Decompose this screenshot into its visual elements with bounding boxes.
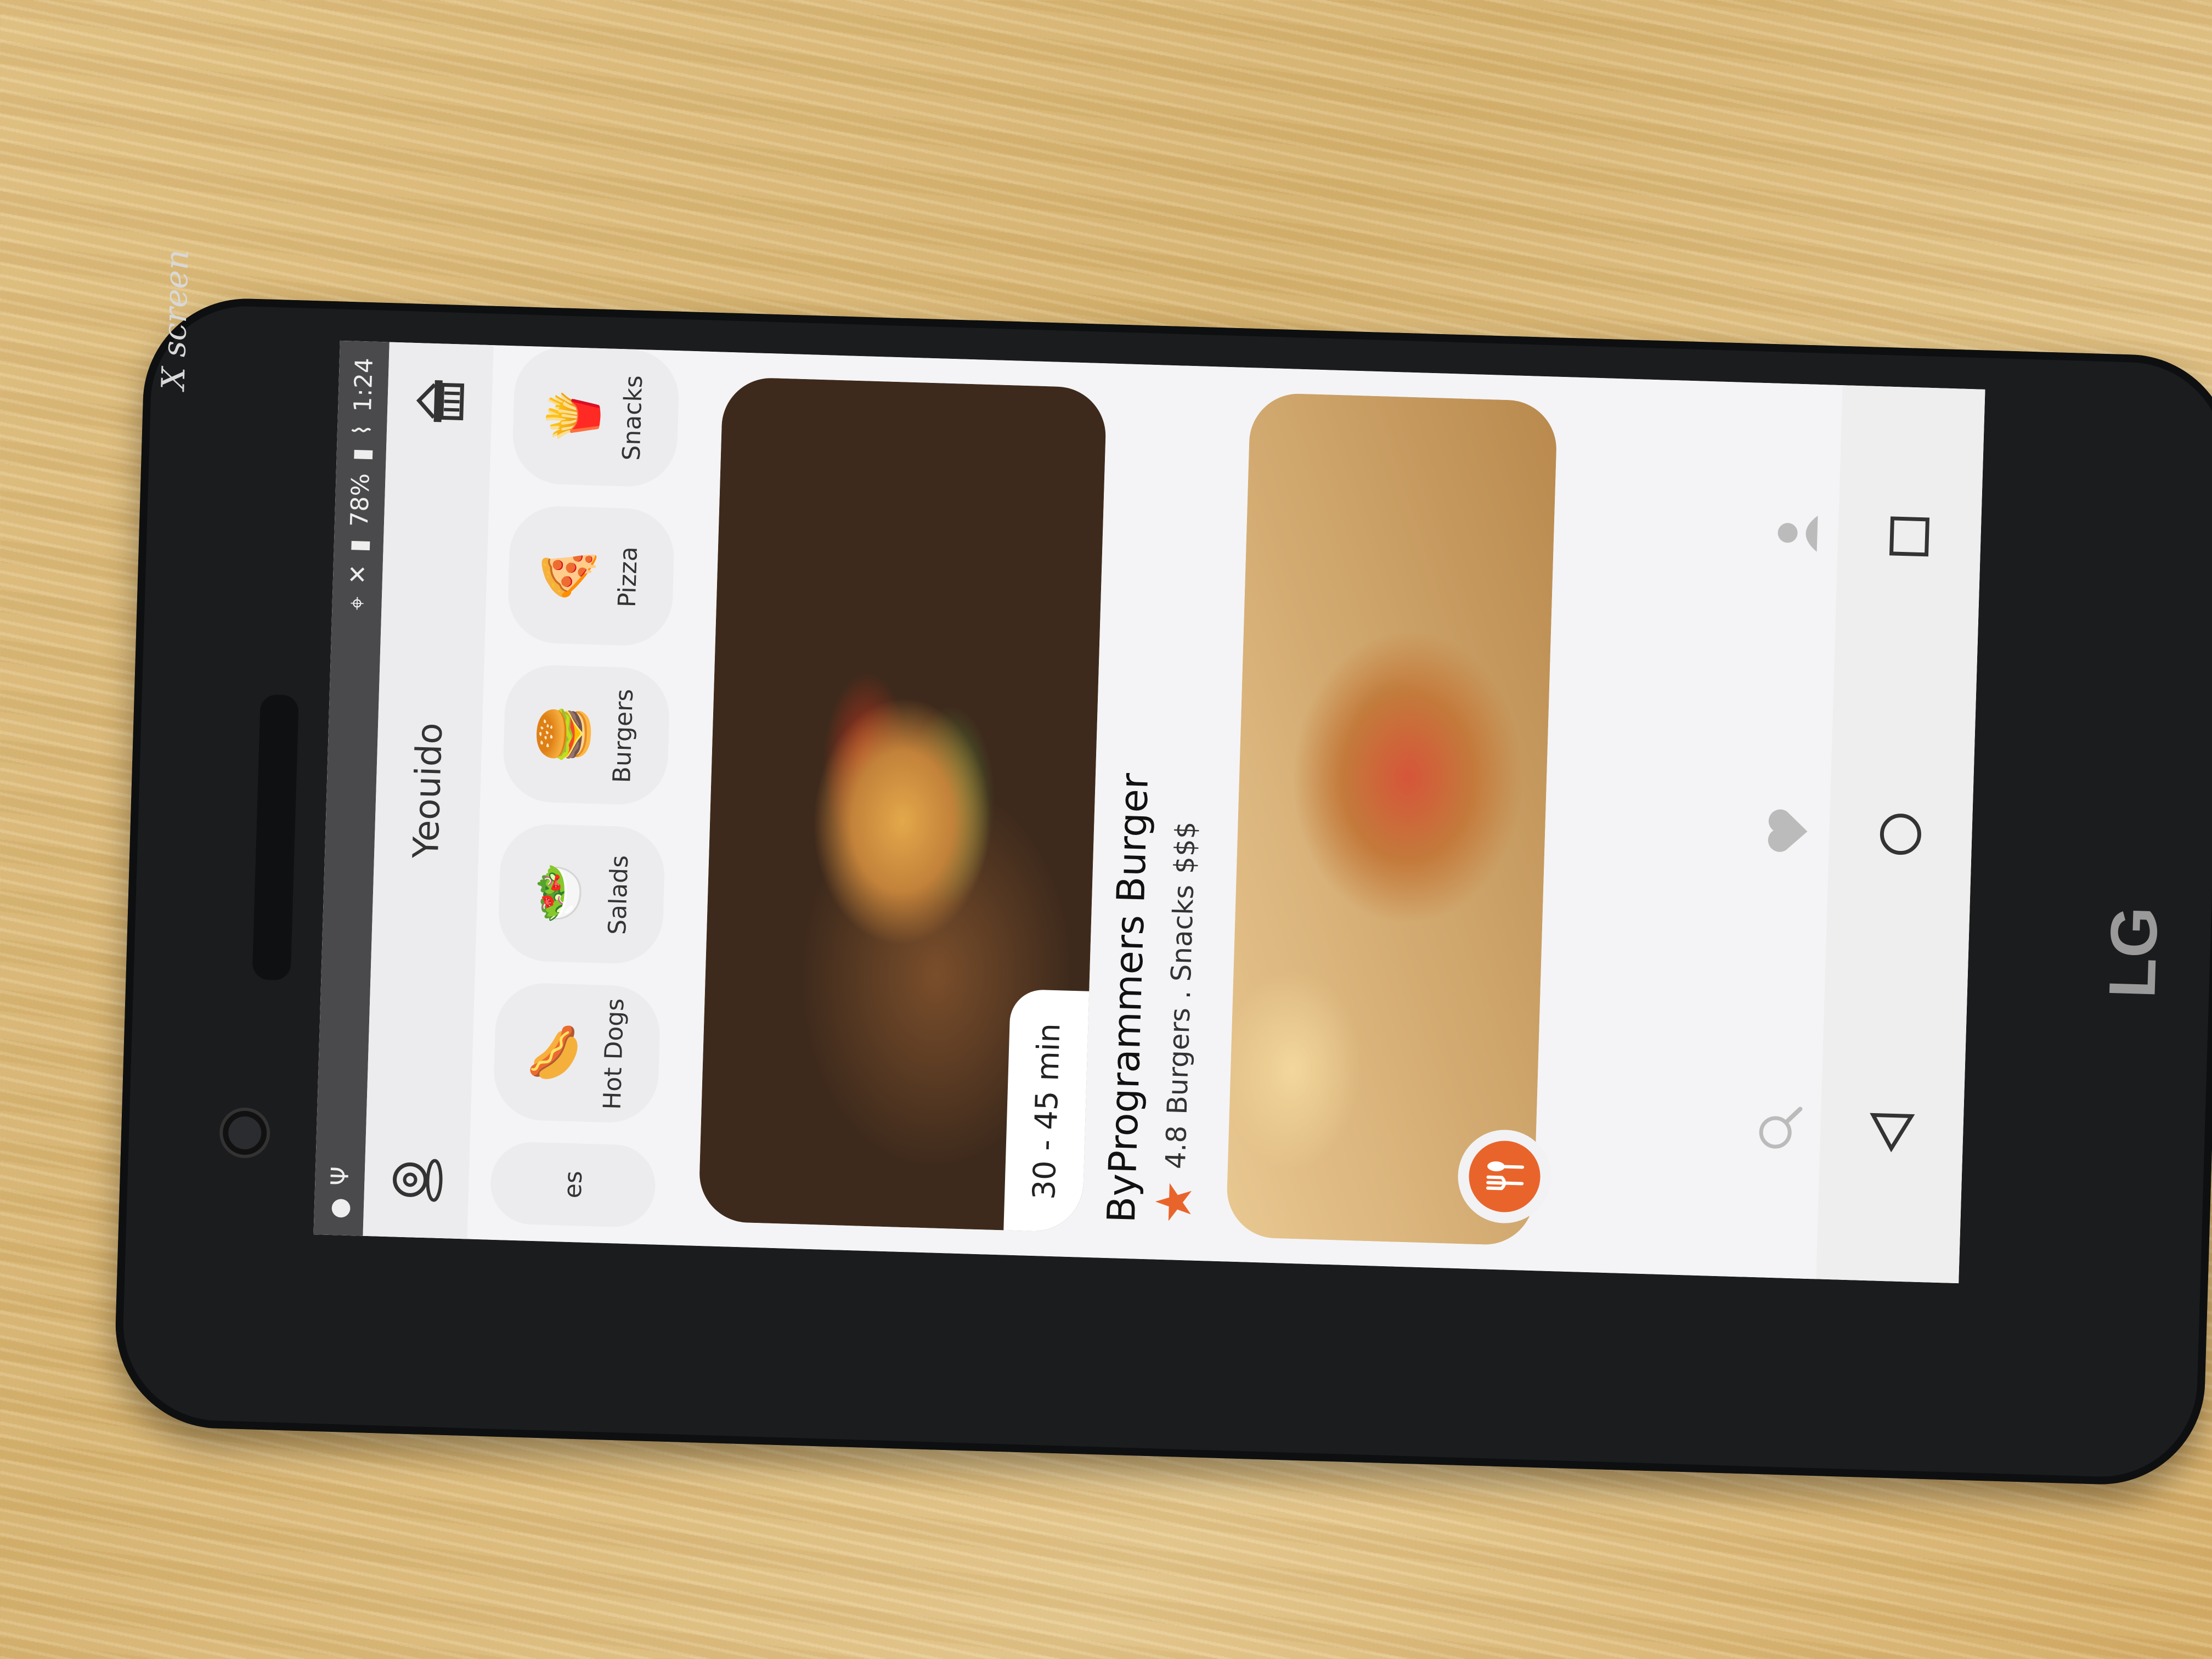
earpiece-speaker bbox=[252, 694, 299, 981]
restaurant-card-2[interactable] bbox=[1226, 392, 1558, 1246]
restaurant-price: $$$ bbox=[1168, 821, 1202, 874]
category-item-hot-dogs[interactable]: 🌭 Hot Dogs bbox=[492, 981, 662, 1124]
restaurant-icon bbox=[1468, 1139, 1542, 1214]
usb-icon: Ψ bbox=[325, 1166, 354, 1186]
wifi-icon: ⌇ bbox=[348, 424, 376, 437]
front-camera bbox=[222, 1110, 268, 1156]
restaurant-image-2[interactable] bbox=[1226, 392, 1558, 1246]
user-icon[interactable] bbox=[1766, 502, 1828, 564]
phone-screen: ● Ψ ⌖ ✕ ▮ 78% ▮ ⌇ 1:24 Yeouido es 🌭 Hot … bbox=[313, 340, 1985, 1284]
mute-icon: ✕ bbox=[343, 563, 373, 585]
battery-icon: ▮ bbox=[347, 447, 376, 462]
recents-icon[interactable] bbox=[1878, 505, 1940, 567]
category-item-pizza[interactable]: 🍕 Pizza bbox=[506, 505, 675, 647]
device-brand-label: X screen bbox=[154, 249, 196, 391]
basket-icon[interactable] bbox=[409, 370, 471, 432]
restaurant-tags: Burgers . Snacks bbox=[1161, 884, 1200, 1115]
restaurant-image[interactable]: 30 - 45 min bbox=[698, 376, 1107, 1233]
category-label: Pizza bbox=[613, 546, 643, 608]
burger-icon: 🍔 bbox=[534, 702, 594, 766]
home-icon[interactable] bbox=[1870, 803, 1932, 865]
restaurant-rating: 4.8 bbox=[1159, 1125, 1193, 1170]
category-label: Snacks bbox=[617, 375, 648, 461]
location-status-icon: ⌖ bbox=[342, 596, 371, 611]
category-item-snacks[interactable]: 🍟 Snacks bbox=[511, 346, 680, 488]
status-left: ● Ψ bbox=[325, 1166, 354, 1220]
salad-icon: 🥗 bbox=[529, 861, 589, 925]
category-label: Burgers bbox=[608, 689, 639, 783]
lg-logo: LG bbox=[2095, 905, 2172, 1000]
android-nav-bar bbox=[1816, 385, 1985, 1284]
restaurant-card[interactable]: 30 - 45 min ByProgrammers Burger ★ 4.8 B… bbox=[698, 376, 1223, 1236]
android-icon: ● bbox=[324, 1197, 353, 1220]
delivery-time-badge: 30 - 45 min bbox=[1003, 989, 1091, 1233]
category-item-burgers[interactable]: 🍔 Burgers bbox=[502, 664, 671, 806]
category-label: es bbox=[558, 1170, 588, 1199]
star-icon: ★ bbox=[1144, 1179, 1204, 1226]
category-label: Hot Dogs bbox=[598, 998, 630, 1110]
category-item-partial[interactable]: es bbox=[489, 1141, 657, 1228]
status-time: 1:24 bbox=[348, 357, 379, 413]
battery-percent: 78% bbox=[345, 472, 375, 528]
signal-icon: ▮ bbox=[344, 538, 373, 553]
category-item-salads[interactable]: 🥗 Salads bbox=[497, 822, 666, 965]
location-title[interactable]: Yeouido bbox=[406, 722, 450, 859]
hot-dog-icon: 🌭 bbox=[524, 1020, 585, 1084]
pizza-icon: 🍕 bbox=[539, 543, 599, 607]
location-pin-icon[interactable] bbox=[386, 1149, 448, 1211]
heart-icon[interactable] bbox=[1757, 800, 1819, 862]
back-icon[interactable] bbox=[1861, 1101, 1923, 1163]
fries-icon: 🍟 bbox=[544, 384, 603, 448]
category-label: Salads bbox=[603, 855, 634, 935]
app-screen: ● Ψ ⌖ ✕ ▮ 78% ▮ ⌇ 1:24 Yeouido es 🌭 Hot … bbox=[313, 340, 1985, 1284]
search-icon[interactable] bbox=[1748, 1098, 1810, 1160]
status-right: ⌖ ✕ ▮ 78% ▮ ⌇ 1:24 bbox=[343, 357, 379, 610]
category-list: es 🌭 Hot Dogs 🥗 Salads 🍔 Burgers 🍕 Pizza… bbox=[467, 345, 696, 1245]
